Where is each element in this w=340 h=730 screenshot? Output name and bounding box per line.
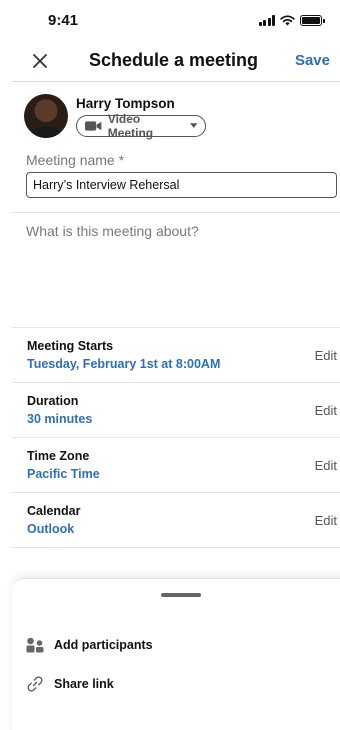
description-field[interactable]: What is this meeting about? <box>0 213 340 327</box>
edit-button[interactable]: Edit <box>315 458 337 473</box>
people-icon <box>26 637 44 653</box>
meeting-name-section: Meeting name * <box>0 138 340 198</box>
description-placeholder: What is this meeting about? <box>26 223 199 239</box>
detail-title: Duration <box>27 394 79 408</box>
detail-value: 30 minutes <box>27 412 93 426</box>
detail-title: Calendar <box>27 504 81 518</box>
host-info: Harry Tompson Video Meeting <box>76 95 206 140</box>
meeting-type-dropdown[interactable]: Video Meeting <box>76 111 206 140</box>
detail-row-duration[interactable]: Duration 30 minutes Edit <box>12 383 340 438</box>
detail-title: Time Zone <box>27 449 90 463</box>
drag-handle[interactable] <box>161 593 201 597</box>
link-icon <box>27 676 43 692</box>
avatar <box>24 94 68 138</box>
dropdown-triangle-icon <box>189 122 197 128</box>
status-time: 9:41 <box>48 11 79 29</box>
edit-button[interactable]: Edit <box>315 348 337 363</box>
edit-button[interactable]: Edit <box>315 403 337 418</box>
share-link-label: Share link <box>54 677 114 691</box>
wifi-icon <box>280 14 295 25</box>
status-bar: 9:41 <box>0 0 340 40</box>
save-button[interactable]: Save <box>295 52 330 69</box>
close-icon <box>33 53 47 68</box>
signal-icon <box>258 14 275 26</box>
share-link-button[interactable]: Share link <box>26 675 114 693</box>
edit-button[interactable]: Edit <box>315 513 337 528</box>
meeting-name-input[interactable] <box>26 172 337 198</box>
add-participants-button[interactable]: Add participants <box>26 637 153 653</box>
bottom-sheet: Add participants Share link <box>12 578 340 730</box>
close-button[interactable] <box>28 49 52 73</box>
add-participants-label: Add participants <box>54 638 153 652</box>
battery-icon <box>300 14 325 26</box>
host-name: Harry Tompson <box>76 95 175 111</box>
detail-row-calendar[interactable]: Calendar Outlook Edit <box>12 493 340 548</box>
host-row: Harry Tompson Video Meeting <box>0 82 340 140</box>
detail-title: Meeting Starts <box>27 339 114 353</box>
detail-value: Pacific Time <box>27 467 100 481</box>
detail-value: Outlook <box>27 522 75 536</box>
video-camera-icon <box>85 120 102 131</box>
detail-value: Tuesday, February 1st at 8:00AM <box>27 357 221 371</box>
nav-bar: Schedule a meeting Save <box>12 40 340 82</box>
page-title: Schedule a meeting <box>88 50 258 70</box>
detail-row-meeting-starts[interactable]: Meeting Starts Tuesday, February 1st at … <box>12 328 340 383</box>
detail-row-time-zone[interactable]: Time Zone Pacific Time Edit <box>12 438 340 493</box>
meeting-name-label: Meeting name * <box>26 152 125 168</box>
meeting-type-label: Video Meeting <box>107 111 154 140</box>
status-icons <box>258 14 325 26</box>
